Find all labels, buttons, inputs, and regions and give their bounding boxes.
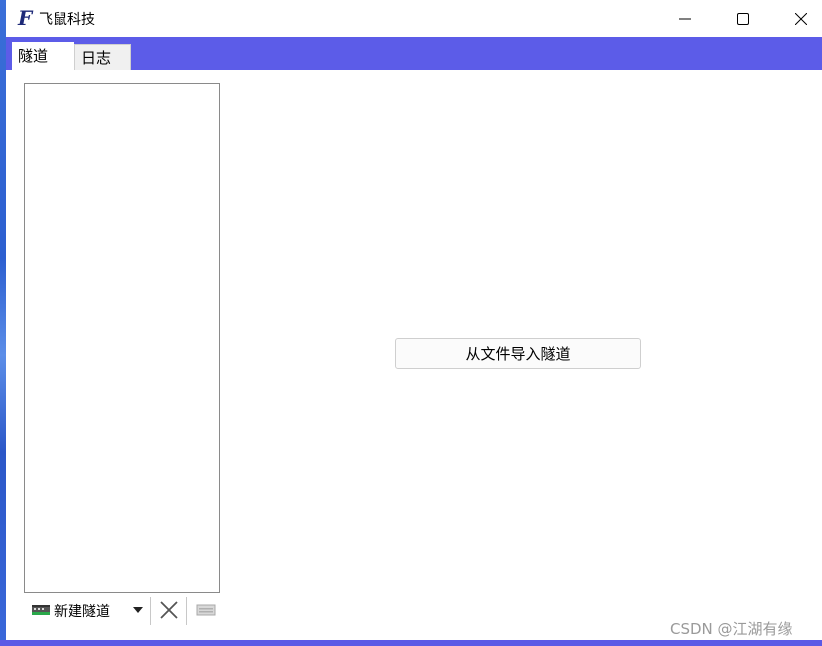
close-x-icon[interactable] bbox=[158, 599, 180, 621]
app-window: F 飞鼠科技 隧道 日志 新建隧道 从文件导入隧道 CSDN @江湖有缘 bbox=[6, 0, 822, 640]
close-icon bbox=[795, 12, 807, 25]
tunnel-list[interactable] bbox=[24, 83, 220, 593]
toolbar-divider bbox=[150, 597, 151, 625]
tab-log[interactable]: 日志 bbox=[74, 44, 131, 70]
new-tunnel-button[interactable]: 新建隧道 bbox=[24, 595, 150, 625]
network-card-icon bbox=[32, 605, 50, 615]
import-from-file-button[interactable]: 从文件导入隧道 bbox=[395, 338, 641, 369]
export-icon[interactable] bbox=[196, 603, 216, 617]
toolbar-divider bbox=[186, 597, 187, 625]
tunnels-panel: 新建隧道 从文件导入隧道 CSDN @江湖有缘 bbox=[6, 70, 822, 640]
tunnel-toolbar: 新建隧道 bbox=[24, 595, 224, 625]
maximize-button[interactable] bbox=[714, 0, 772, 37]
title-bar[interactable]: F 飞鼠科技 bbox=[6, 0, 822, 37]
new-tunnel-label: 新建隧道 bbox=[54, 604, 110, 620]
maximize-icon bbox=[737, 12, 749, 25]
app-logo-icon: F bbox=[18, 6, 33, 30]
chevron-down-icon[interactable] bbox=[133, 607, 143, 613]
tab-tunnels[interactable]: 隧道 bbox=[12, 42, 74, 70]
tab-bar: 隧道 日志 bbox=[6, 37, 822, 70]
minimize-button[interactable] bbox=[656, 0, 714, 37]
watermark-text: CSDN @江湖有缘 bbox=[670, 620, 793, 638]
close-button[interactable] bbox=[772, 0, 822, 37]
window-bottom-border bbox=[0, 640, 822, 646]
window-title: 飞鼠科技 bbox=[39, 12, 95, 28]
minimize-icon bbox=[679, 18, 691, 19]
